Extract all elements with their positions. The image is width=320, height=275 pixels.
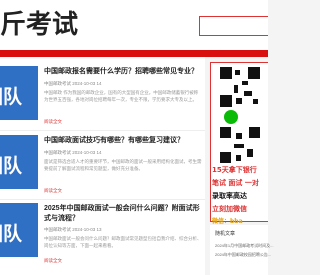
- promo-headline: 15天拿下银行: [212, 166, 257, 174]
- article-title[interactable]: 2025年中国邮政面试一般会问什么问题？附面试形式与流程？: [44, 204, 202, 224]
- article-excerpt: 面试是筛选合适人才的重要环节，中国邮政的面试一般采用结构化面试，考生需要提前了解…: [44, 159, 202, 171]
- article-meta: 中国邮政考试 2024-10-03 14: [44, 81, 102, 86]
- article-meta: 中国邮政考试 2024-10-03 14: [44, 150, 102, 155]
- article-card[interactable]: 团队 中国邮政报名需要什么学历？招聘哪些常见专业？ 中国邮政考试 2024-10…: [0, 63, 205, 131]
- article-thumbnail[interactable]: 团队: [0, 66, 38, 120]
- promo-cta: 立刻加微信: [212, 205, 247, 213]
- thumbnail-label: 团队: [0, 86, 23, 108]
- article-excerpt: 中国邮政 作为我国的邮政企业，国有的大型国有企业。中国邮政储蓄银行被称为世界五百…: [44, 90, 199, 102]
- promo-wechat-id: 微信：bba: [212, 218, 243, 225]
- main-nav-bar[interactable]: [0, 50, 268, 57]
- read-more-link[interactable]: 阅读全文: [44, 258, 62, 264]
- promo-subline: 录取率高达: [212, 192, 247, 200]
- random-articles-panel: 随机文章 2024年1月中国邮政考试时间及... 2024年中国邮政校园招聘公告…: [210, 225, 273, 275]
- article-title[interactable]: 中国邮政面试技巧有哪些？有哪些复习建议？: [44, 136, 202, 146]
- random-article-link[interactable]: 2024年中国邮政校园招聘公告...: [215, 252, 271, 258]
- article-card[interactable]: 团队 中国邮政面试技巧有哪些？有哪些复习建议？ 中国邮政考试 2024-10-0…: [0, 132, 205, 200]
- promo-banner[interactable]: 15天拿下银行 笔试 面试 一对 录取率高达 立刻加微信 微信：bba: [210, 62, 268, 225]
- read-more-link[interactable]: 阅读全文: [44, 119, 62, 125]
- qr-code-icon: [220, 127, 260, 163]
- qr-code-icon: [220, 67, 260, 107]
- site-logo[interactable]: 斤考试: [0, 10, 78, 40]
- site-header: 斤考试: [0, 0, 268, 50]
- article-thumbnail[interactable]: 团队: [0, 135, 38, 189]
- read-more-link[interactable]: 阅读全文: [44, 188, 62, 194]
- search-input[interactable]: [199, 16, 268, 36]
- thumbnail-label: 团队: [0, 223, 23, 245]
- card-divider: [0, 130, 205, 131]
- article-excerpt: 中国邮政面试一般会问什么问题？邮政面试常见题型包括自我介绍、综合分析、岗位认知等…: [44, 236, 202, 248]
- article-meta: 中国邮政考试 2024-10-03 13: [44, 227, 102, 232]
- random-article-link[interactable]: 2024年1月中国邮政考试时间及...: [215, 243, 273, 249]
- article-title[interactable]: 中国邮政报名需要什么学历？招聘哪些常见专业？: [44, 67, 202, 77]
- wechat-icon: [224, 110, 238, 124]
- article-thumbnail[interactable]: 团队: [0, 203, 38, 257]
- article-card[interactable]: 团队 2025年中国邮政面试一般会问什么问题？附面试形式与流程？ 中国邮政考试 …: [0, 200, 205, 268]
- panel-title: 随机文章: [215, 231, 236, 237]
- sidebar: 15天拿下银行 笔试 面试 一对 录取率高达 立刻加微信 微信：bba 随机文章…: [207, 57, 273, 275]
- article-list: 团队 中国邮政报名需要什么学历？招聘哪些常见专业？ 中国邮政考试 2024-10…: [0, 57, 205, 275]
- thumbnail-label: 团队: [0, 155, 23, 177]
- promo-subline: 笔试 面试 一对: [212, 179, 259, 187]
